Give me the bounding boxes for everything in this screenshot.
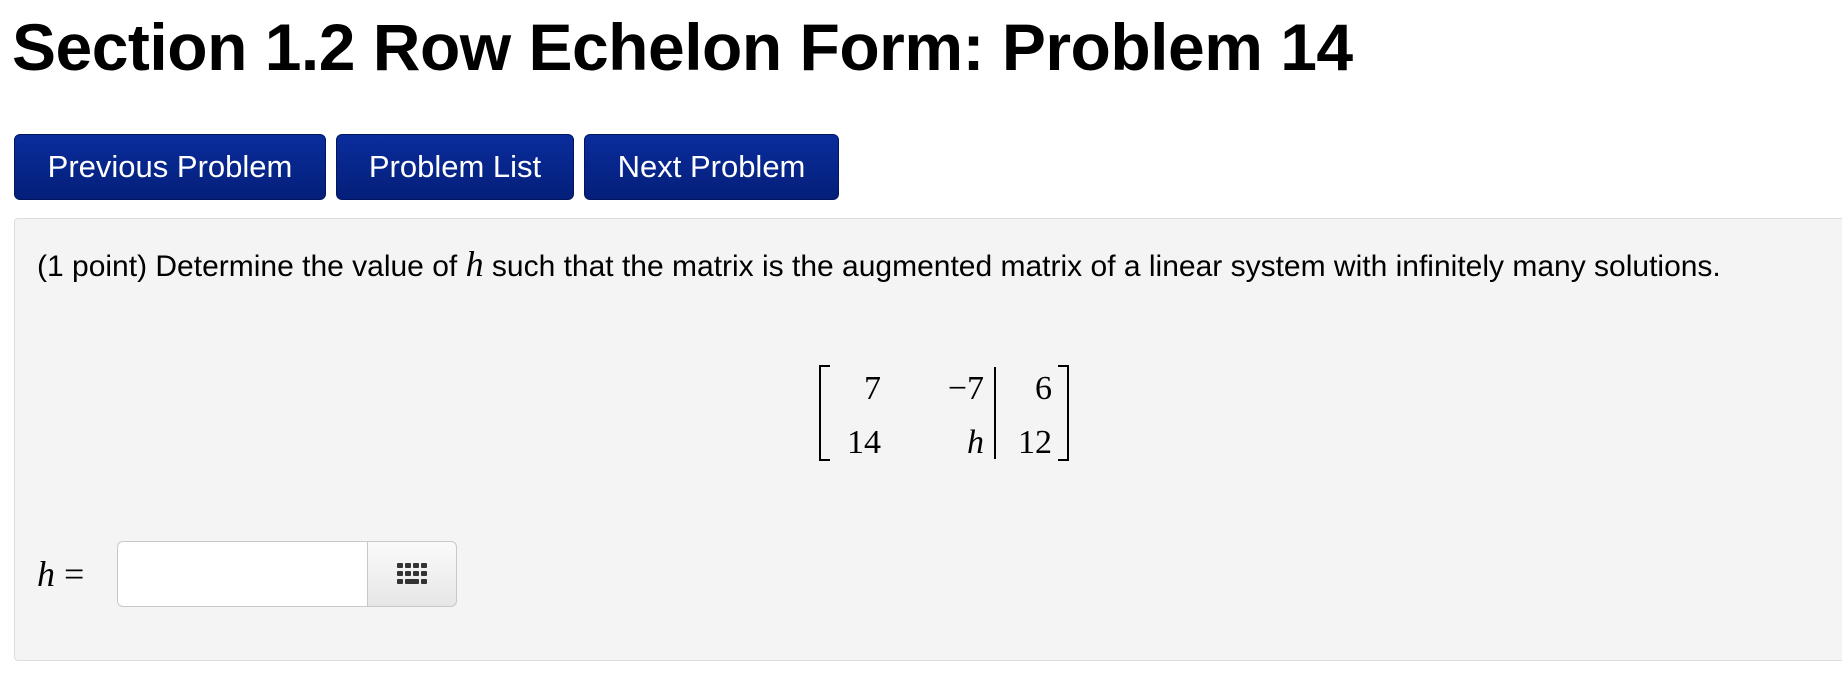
page-title: Section 1.2 Row Echelon Form: Problem 14 — [12, 10, 1353, 84]
answer-label: h = — [37, 553, 117, 595]
matrix-left-bracket — [819, 365, 830, 461]
problem-text-before: (1 point) Determine the value of — [37, 250, 466, 283]
augmented-matrix: 7 −7 6 14 h 12 — [819, 365, 1069, 465]
equation-editor-button[interactable] — [367, 541, 457, 607]
problem-list-button[interactable]: Problem List — [336, 134, 574, 200]
keypad-grid-icon — [397, 563, 427, 584]
answer-input[interactable] — [117, 541, 367, 607]
matrix-cell-r2c2: h — [967, 424, 984, 461]
answer-variable: h — [37, 554, 55, 594]
matrix-cell-r1c2: −7 — [947, 370, 984, 407]
problem-statement: (1 point) Determine the value of h such … — [37, 241, 1797, 290]
next-problem-button[interactable]: Next Problem — [584, 134, 839, 200]
augmentation-divider — [994, 367, 996, 459]
matrix-right-bracket — [1058, 365, 1069, 461]
problem-variable: h — [465, 244, 484, 284]
matrix-cell-r1c3: 6 — [1035, 370, 1052, 407]
problem-navigation: Previous Problem Problem List Next Probl… — [14, 134, 839, 200]
problem-body: (1 point) Determine the value of h such … — [14, 218, 1842, 661]
answer-row: h = — [37, 541, 457, 607]
matrix-cell-r2c3: 12 — [1018, 424, 1052, 461]
matrix-cell-r1c1: 7 — [864, 370, 881, 407]
matrix-cell-r2c1: 14 — [847, 424, 881, 461]
answer-equals: = — [64, 554, 85, 594]
previous-problem-button[interactable]: Previous Problem — [14, 134, 326, 200]
problem-text-after: such that the matrix is the augmented ma… — [483, 250, 1721, 283]
